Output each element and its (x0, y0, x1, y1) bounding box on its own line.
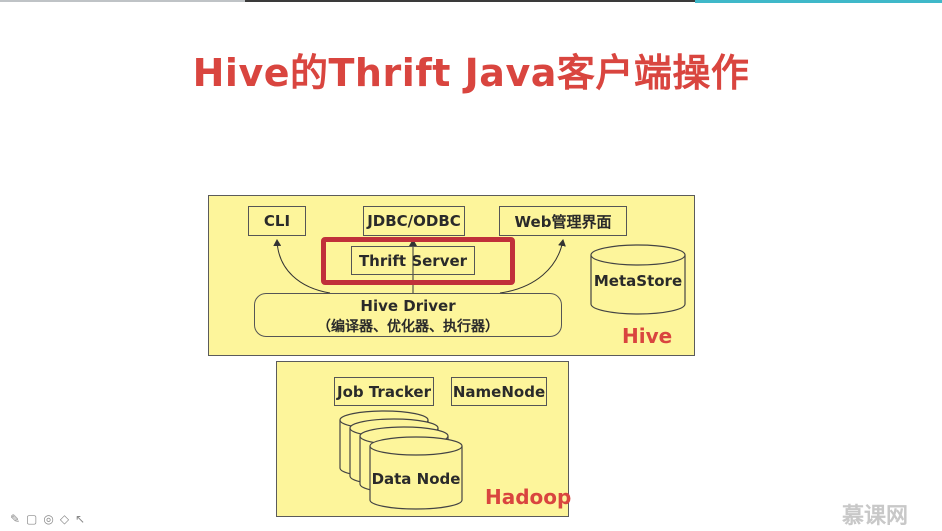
web-ui-box: Web管理界面 (499, 206, 627, 236)
brand-watermark: 慕课网 (842, 504, 909, 529)
annotation-toolbar[interactable]: ✎▢◎◇↖ (10, 512, 91, 526)
job-tracker-box: Job Tracker (334, 377, 434, 406)
datanode-stack (339, 410, 463, 510)
hadoop-label: Hadoop (485, 485, 572, 509)
hive-label: Hive (622, 324, 673, 348)
jdbc-odbc-box: JDBC/ODBC (363, 206, 465, 236)
cli-box: CLI (248, 206, 306, 236)
hive-driver-title: Hive Driver (360, 297, 456, 315)
hive-driver-box: Hive Driver （编译器、优化器、执行器） (254, 293, 562, 337)
datanode-label: Data Node (371, 470, 461, 488)
metastore-label: MetaStore (593, 272, 683, 290)
thrift-highlight-frame (321, 237, 515, 285)
hive-driver-subtitle: （编译器、优化器、执行器） (317, 319, 499, 335)
namenode-box: NameNode (451, 377, 547, 406)
